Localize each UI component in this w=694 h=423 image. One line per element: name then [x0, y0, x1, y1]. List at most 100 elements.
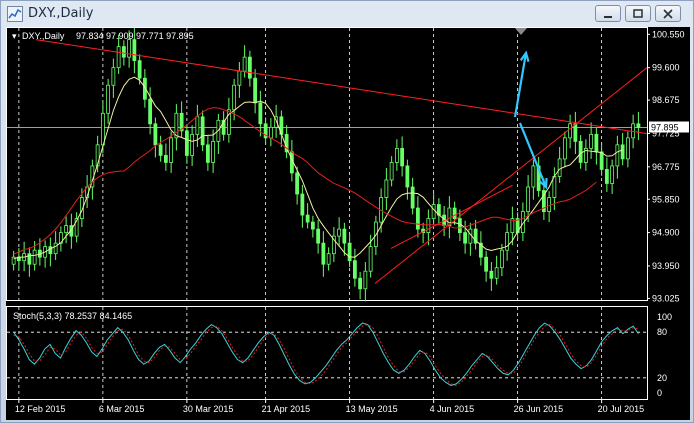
candle-body — [484, 256, 489, 272]
candle-body — [169, 137, 174, 163]
candle-body — [499, 249, 504, 269]
candle-body — [342, 228, 347, 244]
price-tick-label: 98.675 — [652, 95, 680, 105]
candle-body — [116, 46, 121, 69]
candle-body — [557, 158, 562, 177]
trendline — [35, 39, 648, 135]
candle-body — [316, 228, 321, 244]
candle-body — [363, 270, 368, 290]
candle-body — [148, 98, 153, 125]
candle-body — [573, 123, 578, 142]
candle-body — [400, 147, 405, 167]
candle-body — [368, 246, 373, 272]
stochastic-tick-label: 100 — [657, 312, 672, 322]
candle-body — [205, 144, 210, 163]
symbol-label: DXY.,Daily — [22, 31, 65, 41]
candle-body — [452, 207, 457, 219]
price-chart[interactable]: ▾ DXY.,Daily 97.834 97.909 97.771 97.895… — [6, 27, 690, 420]
candle-body — [599, 151, 604, 170]
candle-body — [636, 123, 641, 128]
candle-body — [589, 133, 594, 149]
stochastic-tick-label: 0 — [657, 388, 662, 398]
candle-body — [531, 165, 536, 188]
chart-window-icon — [7, 6, 23, 22]
candle-body — [310, 221, 315, 230]
candle-body — [552, 176, 557, 198]
candle-body — [384, 179, 389, 198]
close-icon — [663, 9, 673, 19]
candle-body — [410, 186, 415, 209]
time-tick-label: 21 Apr 2015 — [262, 404, 311, 414]
candle-body — [326, 253, 331, 265]
price-tick-label: 96.775 — [652, 162, 680, 172]
time-tick-label: 12 Feb 2015 — [15, 404, 66, 414]
candle-body — [232, 84, 237, 111]
candle-body — [242, 56, 247, 72]
minimize-icon — [604, 16, 612, 18]
candle-body — [184, 130, 189, 156]
price-tick-label: 99.600 — [652, 63, 680, 73]
candle-body — [620, 144, 625, 160]
candle-body — [615, 144, 620, 167]
price-tick-label: 95.850 — [652, 194, 680, 204]
last-price-tag: 97.895 — [649, 121, 689, 133]
candle-body — [394, 147, 399, 163]
dropdown-triangle-icon[interactable]: ▾ — [12, 31, 17, 41]
candle-body — [268, 126, 273, 139]
candle-body — [568, 123, 573, 139]
forecast-up-arrow — [513, 52, 528, 118]
candle-body — [578, 140, 583, 163]
price-axis: 100.55099.60098.67597.72596.77595.85094.… — [647, 29, 685, 303]
candle-body — [137, 60, 142, 79]
candle-body — [305, 214, 310, 223]
candle-body — [358, 277, 363, 290]
title-bar[interactable]: DXY.,Daily — [1, 1, 693, 27]
time-tick-label: 26 Jun 2015 — [514, 404, 564, 414]
restore-icon — [633, 9, 643, 18]
candle-body — [200, 116, 205, 146]
candle-body — [457, 218, 462, 234]
candle-body — [463, 232, 468, 244]
chart-shift-marker-icon[interactable] — [515, 28, 527, 35]
stochastic-axis: 100 80 20 0 — [657, 312, 672, 398]
candle-body — [415, 207, 420, 230]
restore-button[interactable] — [625, 5, 651, 22]
candle-body — [526, 186, 531, 212]
candle-body — [163, 155, 168, 163]
minimize-button[interactable] — [595, 5, 621, 22]
candle-body — [300, 193, 305, 216]
chart-area[interactable]: ▾ DXY.,Daily 97.834 97.909 97.771 97.895… — [6, 27, 690, 420]
price-tick-label: 100.550 — [652, 29, 685, 39]
candle-body — [337, 228, 342, 237]
candle-body — [489, 270, 494, 279]
time-tick-label: 6 Mar 2015 — [99, 404, 145, 414]
stochastic-tick-label: 20 — [657, 373, 667, 383]
candle-body — [237, 70, 242, 86]
time-tick-label: 20 Jul 2015 — [598, 404, 645, 414]
price-tick-label: 94.900 — [652, 228, 680, 238]
candle-body — [100, 112, 105, 146]
candle-body — [295, 172, 300, 195]
candle-body — [321, 242, 326, 265]
price-tick-label: 93.950 — [652, 261, 680, 271]
window-title: DXY.,Daily — [28, 6, 94, 21]
stochastic-tick-label: 80 — [657, 327, 667, 337]
candle-body — [64, 225, 69, 234]
candle-body — [53, 242, 58, 255]
candle-body — [253, 77, 258, 104]
candle-body — [195, 116, 200, 135]
candle-body — [547, 197, 552, 212]
candle-body — [631, 123, 636, 139]
stochastic-signal-line — [13, 324, 639, 386]
candle-body — [562, 137, 567, 160]
time-tick-label: 30 Mar 2015 — [183, 404, 234, 414]
candle-body — [32, 249, 37, 265]
candle-body — [426, 218, 431, 234]
candle-body — [158, 144, 163, 156]
close-button[interactable] — [655, 5, 681, 22]
stochastic-label: Stoch(5,3,3) 78.2537 84.1465 — [13, 311, 132, 321]
candle-body — [190, 133, 195, 156]
time-axis: 12 Feb 2015 6 Mar 2015 30 Mar 2015 21 Apr 2… — [15, 399, 644, 414]
chart-window: DXY.,Daily ▾ DXY.,Daily 97.834 97.909 97… — [0, 0, 694, 423]
candle-body — [121, 46, 126, 58]
